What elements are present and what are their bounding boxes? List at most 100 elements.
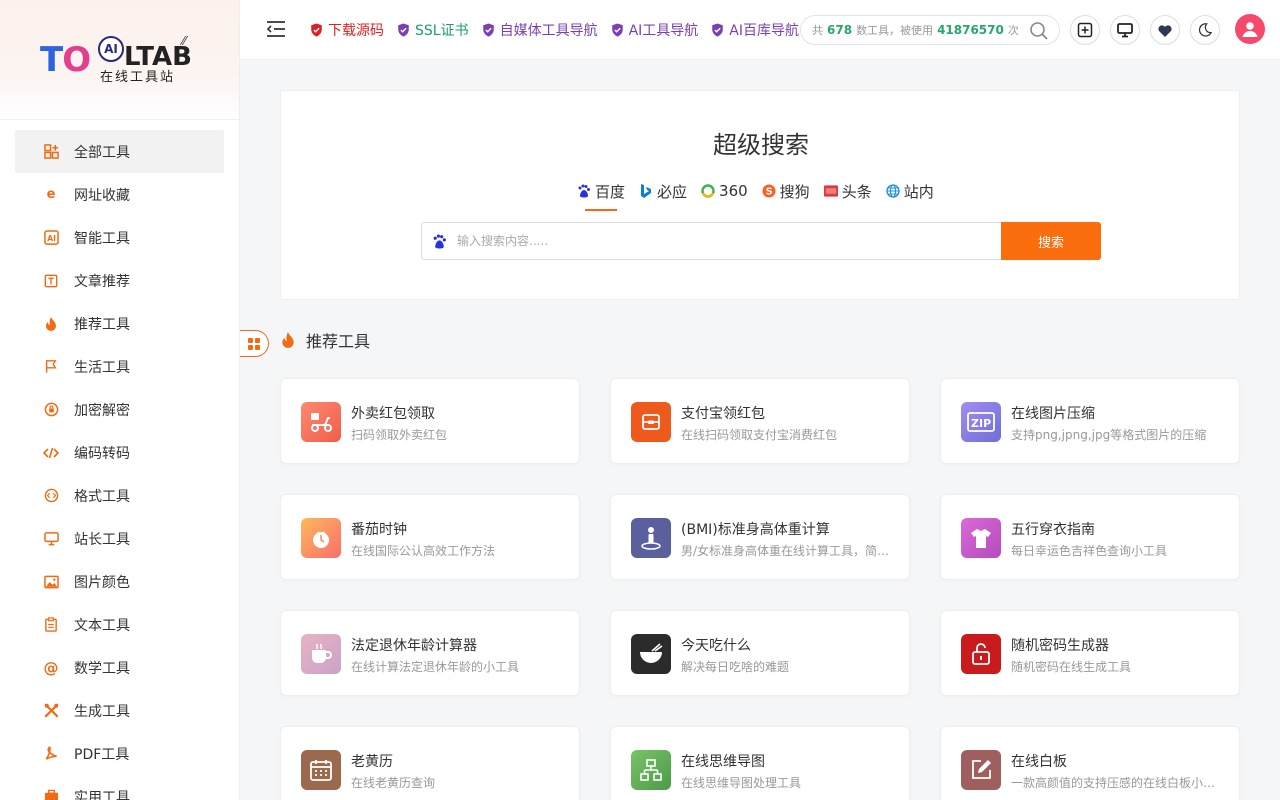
- tool-card-image-compress[interactable]: ZIP 在线图片压缩 支持png,jpng,jpg等格式图片的压缩: [940, 378, 1240, 464]
- grid-toggle-button[interactable]: [240, 330, 269, 357]
- sidebar-item-recommended[interactable]: 推荐工具: [15, 302, 224, 345]
- shield-check-icon: [398, 23, 409, 37]
- person-icon: [631, 518, 671, 558]
- sogou-icon: S: [762, 184, 776, 198]
- tool-card-alipay-redpacket[interactable]: 支付宝领红包 在线扫码领取支付宝消费红包: [610, 378, 910, 464]
- tab-engine-bing[interactable]: 必应: [639, 180, 687, 202]
- tool-card-bmi[interactable]: (BMI)标准身高体重计算 男/女标准身高体重在线计算工具，简单...: [610, 494, 910, 580]
- add-bookmark-button[interactable]: [1070, 15, 1100, 45]
- 360-icon: [701, 184, 715, 198]
- calendar-icon: [301, 750, 341, 790]
- sidebar-item-format[interactable]: 格式工具: [15, 474, 224, 517]
- tool-card-takeout-coupon[interactable]: 外卖红包领取 扫码领取外卖红包: [280, 378, 580, 464]
- fire-icon: [43, 316, 59, 332]
- grid-icon: [248, 337, 260, 350]
- code-circle-icon: [43, 488, 59, 504]
- at-icon: @: [43, 658, 59, 677]
- logo-area: TO AI LTAB 在线工具站 ⁄⁄: [0, 0, 239, 120]
- tools-count: 678: [827, 23, 853, 37]
- logo-ai-badge: AI: [98, 36, 124, 62]
- top-header: 下载源码 SSL证书 自媒体工具导航 AI工具导航 AI百库导航 共 678 数…: [240, 0, 1280, 60]
- sidebar-item-math-tools[interactable]: @ 数学工具: [15, 646, 224, 689]
- tool-card-password-gen[interactable]: 随机密码生成器 随机密码在线生成工具: [940, 610, 1240, 696]
- usage-stats-search[interactable]: 共 678 数工具，被使用 41876570 次: [800, 15, 1060, 45]
- tool-card-pomodoro[interactable]: 番茄时钟 在线国际公认高效工作方法: [280, 494, 580, 580]
- sidebar-item-articles[interactable]: 文章推荐: [15, 259, 224, 302]
- sidebar-item-all-tools[interactable]: 全部工具: [15, 130, 224, 173]
- add-square-icon: [1077, 22, 1093, 38]
- pen-board-icon: [961, 750, 1001, 790]
- svg-text:AI: AI: [47, 234, 56, 243]
- code-icon: [43, 445, 59, 461]
- svg-text:ZIP: ZIP: [971, 417, 991, 430]
- link-ai-tools-nav[interactable]: AI工具导航: [611, 20, 698, 40]
- sidebar-menu: 全部工具 e 网址收藏 AI 智能工具 文章推荐 推荐工具 生活工具 加密解密 …: [0, 120, 239, 800]
- tool-card-retirement-age[interactable]: 法定退休年龄计算器 在线计算法定退休年龄的小工具: [280, 610, 580, 696]
- tool-card-what-to-eat[interactable]: 今天吃什么 解决每日吃啥的难题: [610, 610, 910, 696]
- user-icon: [1242, 22, 1258, 37]
- logo-subtitle: 在线工具站: [100, 70, 176, 85]
- svg-text:S: S: [765, 187, 772, 198]
- sidebar-item-webmaster[interactable]: 站长工具: [15, 517, 224, 560]
- zip-icon: ZIP: [961, 402, 1001, 442]
- search-button[interactable]: 搜索: [1001, 222, 1101, 260]
- heart-icon: [1158, 24, 1172, 37]
- toutiao-icon: [823, 184, 838, 198]
- search-icon[interactable]: [1029, 21, 1049, 41]
- sidebar-item-encryption[interactable]: 加密解密: [15, 388, 224, 431]
- menu-collapse-icon[interactable]: [266, 20, 286, 40]
- tab-engine-baidu[interactable]: 百度: [577, 180, 625, 211]
- tools-icon: [43, 703, 59, 719]
- sidebar-item-encoding[interactable]: 编码转码: [15, 431, 224, 474]
- link-ai-library-nav[interactable]: AI百库导航: [711, 20, 799, 40]
- spark-icon: ⁄⁄: [182, 34, 187, 48]
- tool-card-almanac[interactable]: 老黄历 在线老黄历查询: [280, 726, 580, 800]
- user-avatar[interactable]: [1235, 14, 1265, 44]
- sidebar-item-image-color[interactable]: 图片颜色: [15, 560, 224, 603]
- search-input[interactable]: [457, 234, 957, 248]
- tab-engine-360[interactable]: 360: [701, 180, 748, 202]
- link-media-nav[interactable]: 自媒体工具导航: [482, 20, 598, 40]
- pdf-icon: [43, 746, 59, 762]
- fire-icon: [282, 332, 294, 348]
- monitor-icon: [1117, 23, 1133, 38]
- link-download-source[interactable]: 下载源码: [310, 20, 384, 40]
- dark-mode-toggle[interactable]: [1190, 15, 1220, 45]
- cup-icon: [301, 634, 341, 674]
- padlock-icon: [961, 634, 1001, 674]
- baidu-icon: [433, 234, 446, 248]
- section-header-recommended: 推荐工具: [280, 328, 370, 352]
- tool-card-whiteboard[interactable]: 在线白板 一款高颜值的支持压感的在线白板小工具: [940, 726, 1240, 800]
- search-bar: 搜索: [421, 222, 1101, 260]
- sidebar-item-pdf-tools[interactable]: PDF工具: [15, 732, 224, 775]
- top-links: 下载源码 SSL证书 自媒体工具导航 AI工具导航 AI百库导航: [310, 0, 812, 60]
- tab-engine-sogou[interactable]: S 搜狗: [762, 180, 810, 202]
- link-ssl-cert[interactable]: SSL证书: [397, 20, 469, 40]
- desktop-button[interactable]: [1110, 15, 1140, 45]
- bing-icon: [639, 184, 653, 198]
- sidebar-item-text-tools[interactable]: 文本工具: [15, 603, 224, 646]
- mindmap-icon: [631, 750, 671, 790]
- site-logo[interactable]: TO AI LTAB 在线工具站 ⁄⁄: [40, 34, 200, 86]
- sidebar-item-bookmarks[interactable]: e 网址收藏: [15, 173, 224, 216]
- article-icon: [43, 273, 59, 289]
- monitor-icon: [43, 531, 59, 547]
- tab-engine-toutiao[interactable]: 头条: [823, 180, 872, 202]
- sidebar-item-life-tools[interactable]: 生活工具: [15, 345, 224, 388]
- sidebar-item-utilities[interactable]: 实用工具: [15, 775, 224, 800]
- tool-card-mindmap[interactable]: 在线思维导图 在线思维导图处理工具: [610, 726, 910, 800]
- search-input-wrap: [421, 222, 1001, 260]
- scooter-icon: [301, 402, 341, 442]
- ai-box-icon: AI: [43, 230, 59, 246]
- search-engine-tabs: 百度 必应 360 S 搜狗 头条 站内: [577, 180, 948, 211]
- sidebar-item-ai-tools[interactable]: AI 智能工具: [15, 216, 224, 259]
- shield-check-icon: [712, 23, 724, 37]
- favorite-button[interactable]: [1150, 15, 1180, 45]
- tab-engine-site[interactable]: 站内: [886, 180, 934, 202]
- sidebar-item-generators[interactable]: 生成工具: [15, 689, 224, 732]
- grid-plus-icon: [43, 144, 59, 160]
- super-search-card: 超级搜索 百度 必应 360 S 搜狗 头条 站内 输入搜索内容..... 搜索: [280, 90, 1240, 300]
- shield-check-icon: [482, 23, 494, 37]
- globe-icon: [886, 184, 900, 198]
- tool-card-wuxing-dress[interactable]: 五行穿衣指南 每日幸运色吉祥色查询小工具: [940, 494, 1240, 580]
